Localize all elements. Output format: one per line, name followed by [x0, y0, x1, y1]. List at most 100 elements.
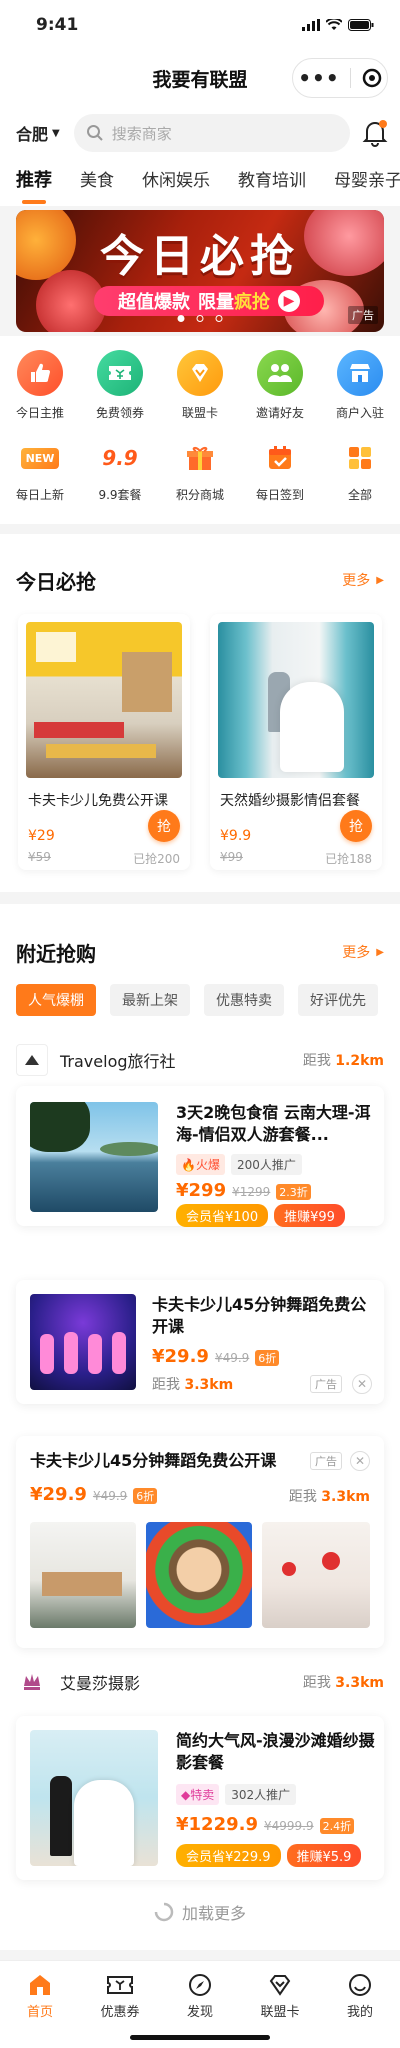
- product-orig-price: ¥1299: [232, 1185, 271, 1199]
- entry-merchant-join[interactable]: 商户入驻: [320, 350, 400, 421]
- tabbar-alliance-card[interactable]: 联盟卡: [240, 1971, 320, 2020]
- close-miniprogram-icon[interactable]: [362, 68, 382, 88]
- tabbar-profile[interactable]: 我的: [320, 1971, 400, 2020]
- merchant-distance: 距我 3.3km: [302, 1675, 384, 1691]
- carousel-dot[interactable]: [196, 315, 204, 322]
- more-link[interactable]: 更多 ▶: [342, 942, 384, 962]
- entry-points-mall[interactable]: 积分商城: [160, 440, 240, 503]
- ad-label: 广告: [310, 1375, 342, 1393]
- load-more[interactable]: 加载更多: [0, 1900, 400, 1924]
- quick-entry-grid: 今日主推 免费领券 联盟卡 邀请好友 商户入驻 NEW 每日上新 9.9 9.9…: [0, 336, 400, 524]
- more-icon[interactable]: •••: [298, 66, 339, 90]
- shop-icon: [337, 350, 383, 396]
- entry-label: 每日上新: [15, 488, 64, 502]
- merchant-row[interactable]: 艾曼莎摄影 距我 3.3km: [16, 1664, 384, 1700]
- product-card[interactable]: 卡夫卡少儿45分钟舞蹈免费公开课 ¥29.9 ¥49.9 6折 距我 3.3km…: [16, 1280, 384, 1404]
- promo-banner[interactable]: 今日必抢 超值爆款 限量疯抢 ▶ 广告: [16, 210, 384, 332]
- thumbs-up-icon: [17, 350, 63, 396]
- product-card[interactable]: 3天2晚包食宿 云南大理-洱海-情侣双人游套餐... 🔥火爆 200人推广 ¥2…: [16, 1086, 384, 1227]
- product-price: ¥299: [176, 1180, 227, 1201]
- bell-icon[interactable]: [362, 119, 388, 147]
- entry-label: 9.9套餐: [98, 488, 142, 502]
- more-link[interactable]: 更多 ▶: [342, 570, 384, 590]
- status-bar: 9:41: [0, 0, 400, 50]
- filter-popular[interactable]: 人气爆棚: [16, 984, 96, 1016]
- entry-free-coupon[interactable]: 免费领券: [80, 350, 160, 421]
- deal-orig-price: ¥99: [220, 850, 243, 864]
- product-distance: 距我 3.3km: [288, 1489, 370, 1505]
- promoter-count: 200人推广: [230, 1154, 302, 1175]
- grab-button[interactable]: 抢: [340, 810, 372, 842]
- merchant-logo: [16, 1666, 48, 1698]
- tabbar-label: 首页: [26, 2005, 53, 2020]
- carousel-dot[interactable]: [177, 315, 185, 322]
- loading-spinner-icon: [154, 1902, 174, 1922]
- close-ad-icon[interactable]: ✕: [352, 1374, 372, 1394]
- entry-99-package[interactable]: 9.9 9.9套餐: [80, 440, 160, 503]
- close-ad-icon[interactable]: ✕: [350, 1451, 370, 1471]
- merchant-logo: [16, 1044, 48, 1076]
- entry-today-featured[interactable]: 今日主推: [0, 350, 80, 421]
- search-input[interactable]: 搜索商家: [73, 114, 350, 152]
- tabbar-label: 发现: [186, 2005, 213, 2020]
- filter-rating[interactable]: 好评优先: [298, 984, 378, 1016]
- entry-daily-checkin[interactable]: 每日签到: [240, 440, 320, 503]
- sale-tag: ◆特卖: [176, 1784, 220, 1805]
- tabbar-coupons[interactable]: 优惠券: [80, 1971, 160, 2020]
- mini-program-capsule: •••: [292, 58, 388, 98]
- product-price: ¥29.9: [30, 1484, 87, 1505]
- tab-recommend[interactable]: 推荐: [16, 160, 52, 192]
- tab-leisure[interactable]: 休闲娱乐: [142, 160, 210, 191]
- tabbar-home[interactable]: 首页: [0, 1971, 80, 2020]
- product-price: ¥29.9: [152, 1346, 209, 1367]
- section-title: 附近抢购: [16, 941, 96, 966]
- discount-badge: 2.4折: [319, 1818, 355, 1834]
- entry-all[interactable]: 全部: [320, 440, 400, 503]
- merchant-name: Travelog旅行社: [60, 1052, 176, 1071]
- product-card[interactable]: 卡夫卡少儿45分钟舞蹈免费公开课 广告 ✕ ¥29.9 ¥49.9 6折 距我 …: [16, 1436, 384, 1648]
- deal-card[interactable]: 天然婚纱摄影情侣套餐 ¥9.9 ¥99 抢 已抢188: [210, 614, 382, 870]
- status-icons: [302, 19, 374, 31]
- grab-button[interactable]: 抢: [148, 810, 180, 842]
- product-orig-price: ¥49.9: [214, 1351, 250, 1365]
- signal-icon: [302, 19, 320, 31]
- banner-title: 今日必抢: [100, 231, 300, 282]
- calendar-check-icon: [260, 440, 300, 476]
- tab-food[interactable]: 美食: [80, 160, 114, 191]
- status-time: 9:41: [36, 15, 79, 35]
- entry-invite-friends[interactable]: 邀请好友: [240, 350, 320, 421]
- sold-count: 已抢200: [133, 852, 180, 866]
- tab-education[interactable]: 教育培训: [238, 160, 306, 191]
- product-image-beach-wedding: [30, 1730, 158, 1866]
- home-indicator: [130, 2035, 270, 2040]
- product-card[interactable]: 简约大气风-浪漫沙滩婚纱摄影套餐 ◆特卖 302人推广 ¥1229.9 ¥499…: [16, 1716, 384, 1880]
- today-deals-section: 今日必抢 更多 ▶ 卡夫卡少儿免费公开课 ¥29 ¥59 抢 已抢200 天然婚纱…: [0, 534, 400, 892]
- filter-discount[interactable]: 优惠特卖: [204, 984, 284, 1016]
- entry-daily-new[interactable]: NEW 每日上新: [0, 440, 80, 503]
- product-title: 3天2晚包食宿 云南大理-洱海-情侣双人游套餐...: [176, 1103, 371, 1144]
- nav-bar: 我要有联盟 •••: [0, 50, 400, 106]
- filter-newest[interactable]: 最新上架: [110, 984, 190, 1016]
- entry-label: 邀请好友: [255, 406, 304, 420]
- earn-commission: 推赚¥99: [274, 1204, 345, 1227]
- discount-badge: 6折: [255, 1350, 280, 1366]
- bottom-tab-bar: 首页 优惠券 发现 联盟卡 我的: [0, 1960, 400, 2048]
- grid-all-icon: [340, 440, 380, 476]
- discount-badge: 6折: [133, 1488, 158, 1504]
- wifi-icon: [326, 19, 342, 30]
- merchant-distance: 距我 1.2km: [302, 1053, 384, 1069]
- carousel-dot[interactable]: [215, 315, 223, 322]
- load-more-label: 加载更多: [181, 1904, 246, 1923]
- tabbar-label: 我的: [346, 2005, 373, 2020]
- product-image-lake: [30, 1102, 158, 1212]
- search-row: 合肥 ▼ 搜索商家: [0, 106, 400, 160]
- entry-alliance-card[interactable]: 联盟卡: [160, 350, 240, 421]
- caret-down-icon: ▼: [52, 127, 60, 139]
- people-icon: [257, 350, 303, 396]
- sold-count: 已抢188: [325, 852, 372, 866]
- city-selector[interactable]: 合肥 ▼: [16, 121, 60, 145]
- tab-mother-baby[interactable]: 母婴亲子: [334, 160, 400, 191]
- merchant-row[interactable]: Travelog旅行社 距我 1.2km: [16, 1042, 384, 1078]
- tabbar-discover[interactable]: 发现: [160, 1971, 240, 2020]
- deal-card[interactable]: 卡夫卡少儿免费公开课 ¥29 ¥59 抢 已抢200: [18, 614, 190, 870]
